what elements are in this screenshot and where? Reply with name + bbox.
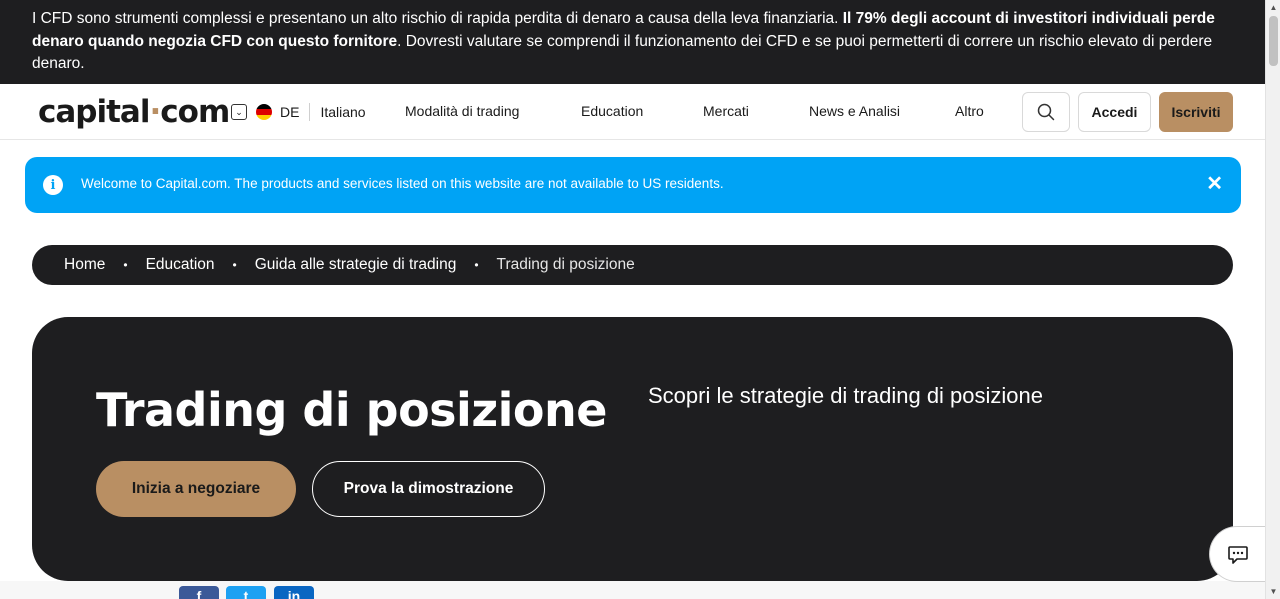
language-selector[interactable]: ⌄ DE Italiano <box>231 103 366 121</box>
breadcrumb-strategies[interactable]: Guida alle strategie di trading <box>255 256 457 274</box>
scroll-thumb[interactable] <box>1269 16 1278 66</box>
breadcrumb-separator: • <box>474 258 479 272</box>
search-button[interactable] <box>1022 92 1070 132</box>
chat-icon <box>1227 546 1248 564</box>
linkedin-icon: in <box>287 588 301 599</box>
site-header: capital·com ⌄ DE Italiano Modalità di tr… <box>0 84 1265 140</box>
close-icon[interactable]: ✕ <box>1206 173 1223 195</box>
twitter-icon: t <box>243 588 249 599</box>
logo-text: capital <box>38 94 150 130</box>
risk-warning-text: I CFD sono strumenti complessi e present… <box>32 10 843 27</box>
capital-logo[interactable]: capital·com <box>38 94 230 130</box>
logo-dot: · <box>149 94 161 130</box>
divider <box>309 103 311 121</box>
login-button[interactable]: Accedi <box>1078 92 1151 132</box>
breadcrumb-education[interactable]: Education <box>146 256 215 274</box>
scroll-up-arrow-icon[interactable]: ▲ <box>1266 0 1280 15</box>
nav-item-trading-modes[interactable]: Modalità di trading <box>405 103 519 119</box>
country-code: DE <box>280 104 300 120</box>
breadcrumb-current: Trading di posizione <box>496 256 635 273</box>
try-demo-button[interactable]: Prova la dimostrazione <box>312 461 545 517</box>
info-icon: i <box>43 175 63 195</box>
nav-item-more[interactable]: Altro <box>955 103 984 119</box>
chat-button[interactable] <box>1209 526 1269 582</box>
hero-section: Trading di posizione Scopri le strategie… <box>32 317 1233 581</box>
scroll-down-arrow-icon[interactable]: ▼ <box>1266 584 1280 599</box>
facebook-icon: f <box>196 588 202 599</box>
breadcrumb-separator: • <box>232 258 237 272</box>
chevron-down-icon[interactable]: ⌄ <box>231 104 247 120</box>
page-title: Trading di posizione <box>96 383 607 437</box>
language-label: Italiano <box>320 104 366 120</box>
nav-item-education[interactable]: Education <box>581 103 643 119</box>
nav-item-markets[interactable]: Mercati <box>703 103 749 119</box>
breadcrumb-home[interactable]: Home <box>64 256 105 274</box>
facebook-share-button[interactable]: f <box>179 586 219 599</box>
risk-warning: I CFD sono strumenti complessi e present… <box>0 0 1265 84</box>
nav-item-news[interactable]: News e Analisi <box>809 103 900 119</box>
page-subtitle: Scopri le strategie di trading di posizi… <box>648 383 1044 408</box>
signup-button[interactable]: Iscriviti <box>1159 92 1233 132</box>
page-scrollbar[interactable]: ▲ ▼ <box>1265 0 1280 599</box>
logo-text-end: com <box>160 94 230 130</box>
breadcrumb: Home • Education • Guida alle strategie … <box>32 245 1233 285</box>
twitter-share-button[interactable]: t <box>226 586 266 599</box>
linkedin-share-button[interactable]: in <box>274 586 314 599</box>
banner-message: Welcome to Capital.com. The products and… <box>81 176 724 191</box>
us-residents-banner: i Welcome to Capital.com. The products a… <box>25 157 1241 213</box>
start-trading-button[interactable]: Inizia a negoziare <box>96 461 296 517</box>
search-icon <box>1037 103 1055 121</box>
germany-flag-icon <box>256 104 272 120</box>
breadcrumb-separator: • <box>123 258 128 272</box>
